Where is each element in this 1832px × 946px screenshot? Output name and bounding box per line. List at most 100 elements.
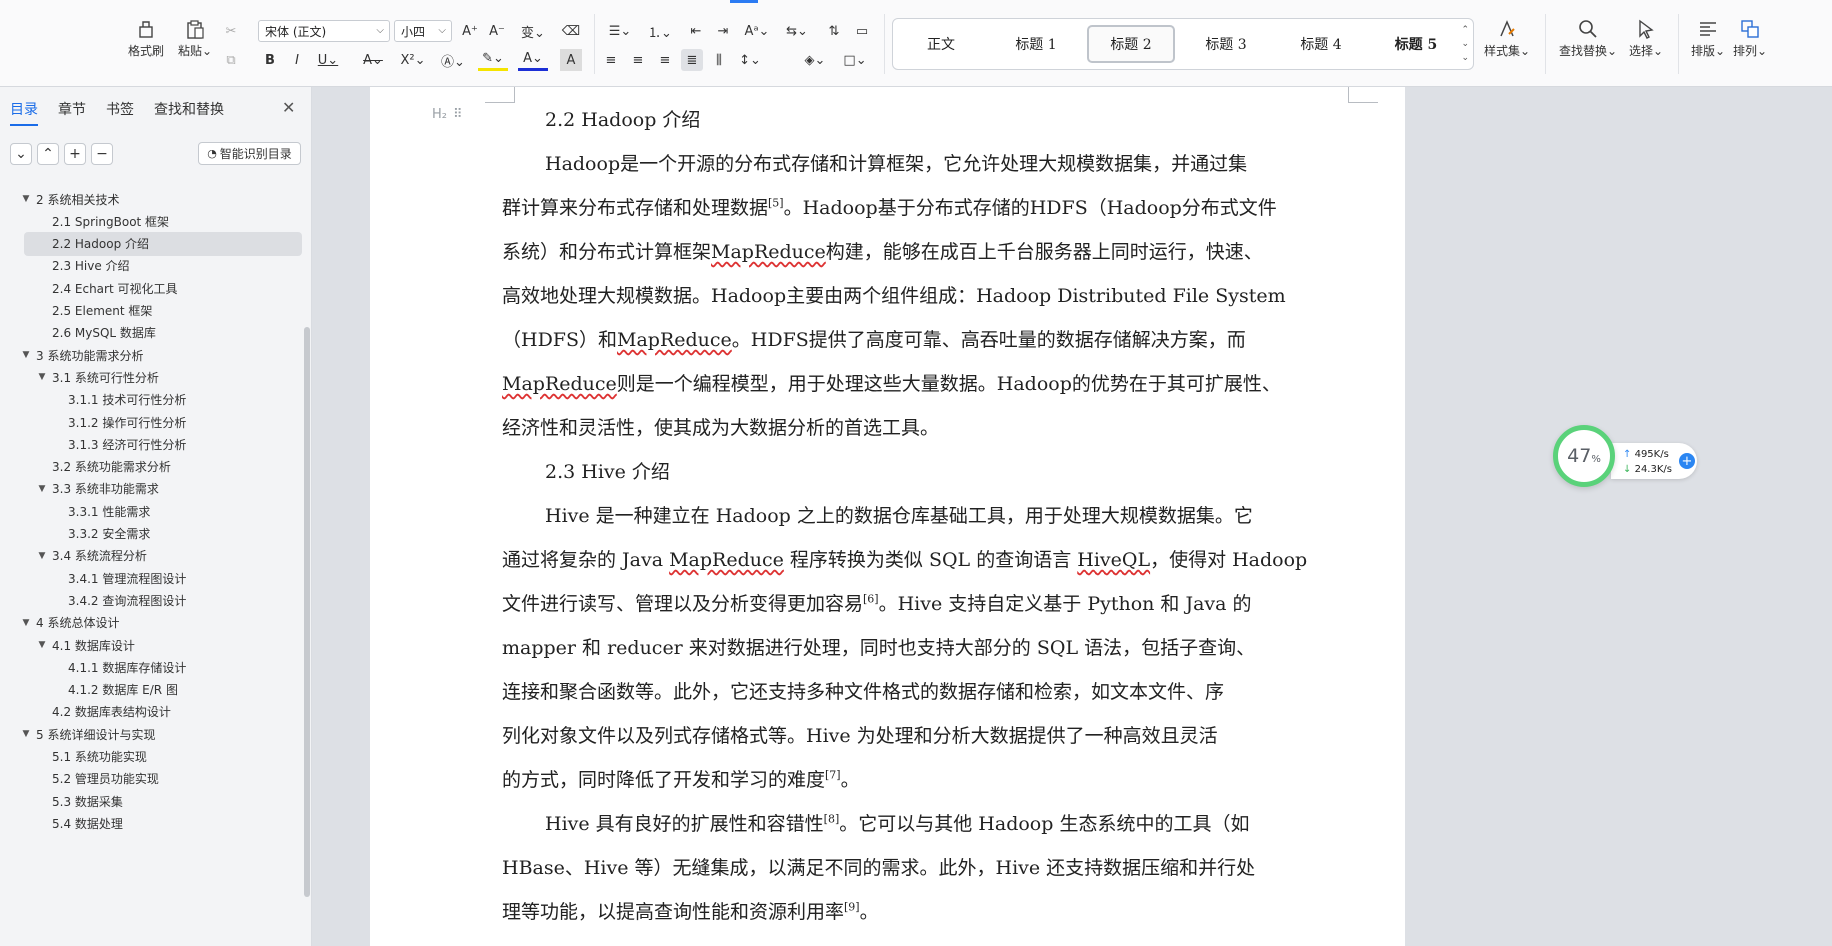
style-0[interactable]: 正文 <box>897 25 985 63</box>
cut-icon[interactable]: ✂ <box>220 20 242 42</box>
toc-item[interactable]: 3.1.2 操作可行性分析 <box>0 410 300 434</box>
style-1[interactable]: 标题 1 <box>992 25 1080 63</box>
toc-item[interactable]: 4.1.2 数据库 E/R 图 <box>0 678 300 702</box>
phonetic-icon[interactable]: 变⌄ <box>518 20 548 42</box>
text-direction-icon[interactable]: Aᵃ⌄ <box>742 20 772 42</box>
citation-ref[interactable]: [6] <box>863 593 879 606</box>
toc-item[interactable]: 4.2 数据库表结构设计 <box>0 700 300 724</box>
border-icon[interactable]: □⌄ <box>840 49 870 71</box>
heading-level-marker[interactable]: H₂ ⠿ <box>432 107 463 122</box>
align-left-icon[interactable]: ≡ <box>600 49 622 71</box>
toc-item[interactable]: ▼ 3.1 系统可行性分析 <box>0 365 300 389</box>
toc-item[interactable]: 3.2 系统功能需求分析 <box>0 455 300 479</box>
toc-item[interactable]: ▼ 2 系统相关技术 <box>0 187 300 211</box>
toc-item[interactable]: 3.3.1 性能需求 <box>0 499 300 523</box>
strikethrough-icon[interactable]: A⌄ <box>358 49 388 71</box>
bold-icon[interactable]: B <box>259 49 281 71</box>
memory-usage-ring[interactable]: 47% <box>1553 425 1615 487</box>
increase-indent-icon[interactable]: ⇥ <box>712 20 734 42</box>
toc-item[interactable]: ▼ 3.4 系统流程分析 <box>0 544 300 568</box>
spell-flag-word[interactable]: MapReduce <box>502 373 617 395</box>
arrange-button[interactable]: 排列⌄ <box>1730 18 1770 59</box>
show-marks-icon[interactable]: ▭ <box>851 20 873 42</box>
font-name-select[interactable]: 宋体 (正文) ⌵ <box>258 20 390 42</box>
citation-ref[interactable]: [9] <box>844 901 860 914</box>
distribute-icon[interactable]: ⫼ <box>708 49 730 71</box>
expand-triangle-icon[interactable]: ▼ <box>36 551 48 561</box>
toc-item[interactable]: 2.6 MySQL 数据库 <box>0 321 300 345</box>
sidebar-scrollbar[interactable] <box>304 327 310 897</box>
shrink-font-icon[interactable]: A⁻ <box>486 20 508 42</box>
expand-triangle-icon[interactable]: ▼ <box>20 350 32 360</box>
toc-item[interactable]: 2.1 SpringBoot 框架 <box>0 209 300 233</box>
close-icon[interactable]: ✕ <box>282 98 295 117</box>
expand-triangle-icon[interactable]: ▼ <box>20 618 32 628</box>
clear-format-icon[interactable]: ⌫ <box>560 20 582 42</box>
expand-triangle-icon[interactable]: ▼ <box>36 372 48 382</box>
plus-icon[interactable]: + <box>1679 453 1695 469</box>
numbered-list-icon[interactable]: ⒈⌄ <box>645 20 675 42</box>
toc-item[interactable]: ▼ 4.1 数据库设计 <box>0 633 300 657</box>
toc-item[interactable]: 3.4.1 管理流程图设计 <box>0 566 300 590</box>
line-break-icon[interactable]: ⇆⌄ <box>782 20 812 42</box>
expand-triangle-icon[interactable]: ▼ <box>36 640 48 650</box>
superscript-icon[interactable]: X²⌄ <box>398 49 428 71</box>
spell-flag-word[interactable]: MapReduce <box>711 241 826 263</box>
shading-icon[interactable]: ◈⌄ <box>800 49 830 71</box>
expand-button[interactable]: ⌃ <box>37 143 59 165</box>
toc-item[interactable]: 3.3.2 安全需求 <box>0 522 300 546</box>
font-color-icon[interactable]: A⌄ <box>518 49 548 71</box>
layout-button[interactable]: 排版⌄ <box>1688 18 1728 59</box>
copy-icon[interactable]: ⧉ <box>220 49 242 71</box>
tab-3[interactable]: 查找和替换 <box>154 99 224 119</box>
paste-button[interactable]: 粘贴⌄ <box>175 18 215 59</box>
spell-flag-word[interactable]: MapReduce <box>669 549 784 571</box>
style-gallery-scroll-icon[interactable]: ⌃ ⌄ ⌄ <box>1461 23 1469 65</box>
style-3[interactable]: 标题 3 <box>1182 25 1270 63</box>
toc-item[interactable]: 3.1.1 技术可行性分析 <box>0 388 300 412</box>
remove-heading-button[interactable]: − <box>91 143 113 165</box>
sort-icon[interactable]: ⇅ <box>823 20 845 42</box>
find-replace-button[interactable]: 查找替换⌄ <box>1556 18 1620 59</box>
toc-item[interactable]: 2.5 Element 框架 <box>0 299 300 323</box>
citation-ref[interactable]: [5] <box>768 197 784 210</box>
expand-triangle-icon[interactable]: ▼ <box>20 729 32 739</box>
style-5[interactable]: 标题 5 <box>1372 25 1460 63</box>
citation-ref[interactable]: [8] <box>824 813 840 826</box>
toc-item[interactable]: 2.2 Hadoop 介绍 <box>24 231 302 256</box>
toc-item[interactable]: ▼ 3.3 系统非功能需求 <box>0 477 300 501</box>
citation-ref[interactable]: [7] <box>825 769 841 782</box>
underline-icon[interactable]: U⌄ <box>313 49 343 71</box>
bullet-list-icon[interactable]: ☰⌄ <box>605 20 635 42</box>
document-page[interactable]: H₂ ⠿ 2.2 Hadoop 介绍 Hadoop是一个开源的分布式存储和计算框架… <box>370 87 1405 946</box>
expand-triangle-icon[interactable]: ▼ <box>36 484 48 494</box>
toc-item[interactable]: 2.3 Hive 介绍 <box>0 254 300 278</box>
add-heading-button[interactable]: + <box>64 143 86 165</box>
toc-item[interactable]: ▼ 3 系统功能需求分析 <box>0 343 300 367</box>
justify-icon[interactable]: ≣ <box>681 49 703 71</box>
format-painter-button[interactable]: 格式刷 <box>128 18 164 59</box>
toc-item[interactable]: 5.2 管理员功能实现 <box>0 767 300 791</box>
tab-1[interactable]: 章节 <box>58 99 86 119</box>
collapse-all-button[interactable]: ⌄ <box>10 143 32 165</box>
char-shading-icon[interactable]: A <box>560 49 582 71</box>
grow-font-icon[interactable]: A⁺ <box>459 20 481 42</box>
style-4[interactable]: 标题 4 <box>1277 25 1365 63</box>
line-spacing-icon[interactable]: ↕⌄ <box>735 49 765 71</box>
align-center-icon[interactable]: ≡ <box>627 49 649 71</box>
tab-2[interactable]: 书签 <box>106 99 134 119</box>
smart-toc-button[interactable]: ◔ 智能识别目录 <box>198 142 301 165</box>
style-2[interactable]: 标题 2 <box>1087 25 1175 63</box>
align-right-icon[interactable]: ≡ <box>654 49 676 71</box>
decrease-indent-icon[interactable]: ⇤ <box>685 20 707 42</box>
toc-item[interactable]: 4.1.1 数据库存储设计 <box>0 655 300 679</box>
font-size-select[interactable]: 小四 ⌵ <box>394 20 452 42</box>
text-effect-icon[interactable]: Ⓐ⌄ <box>438 49 468 71</box>
toc-item[interactable]: 3.1.3 经济可行性分析 <box>0 432 300 456</box>
spell-flag-word[interactable]: HiveQL <box>1077 549 1150 571</box>
network-speed-widget[interactable]: ↑ 495K/s ↓ 24.3K/s 47% + <box>1553 425 1698 497</box>
toc-item[interactable]: ▼ 5 系统详细设计与实现 <box>0 722 300 746</box>
toc-item[interactable]: 3.4.2 查询流程图设计 <box>0 588 300 612</box>
toc-item[interactable]: 5.4 数据处理 <box>0 811 300 835</box>
expand-triangle-icon[interactable]: ▼ <box>20 194 32 204</box>
